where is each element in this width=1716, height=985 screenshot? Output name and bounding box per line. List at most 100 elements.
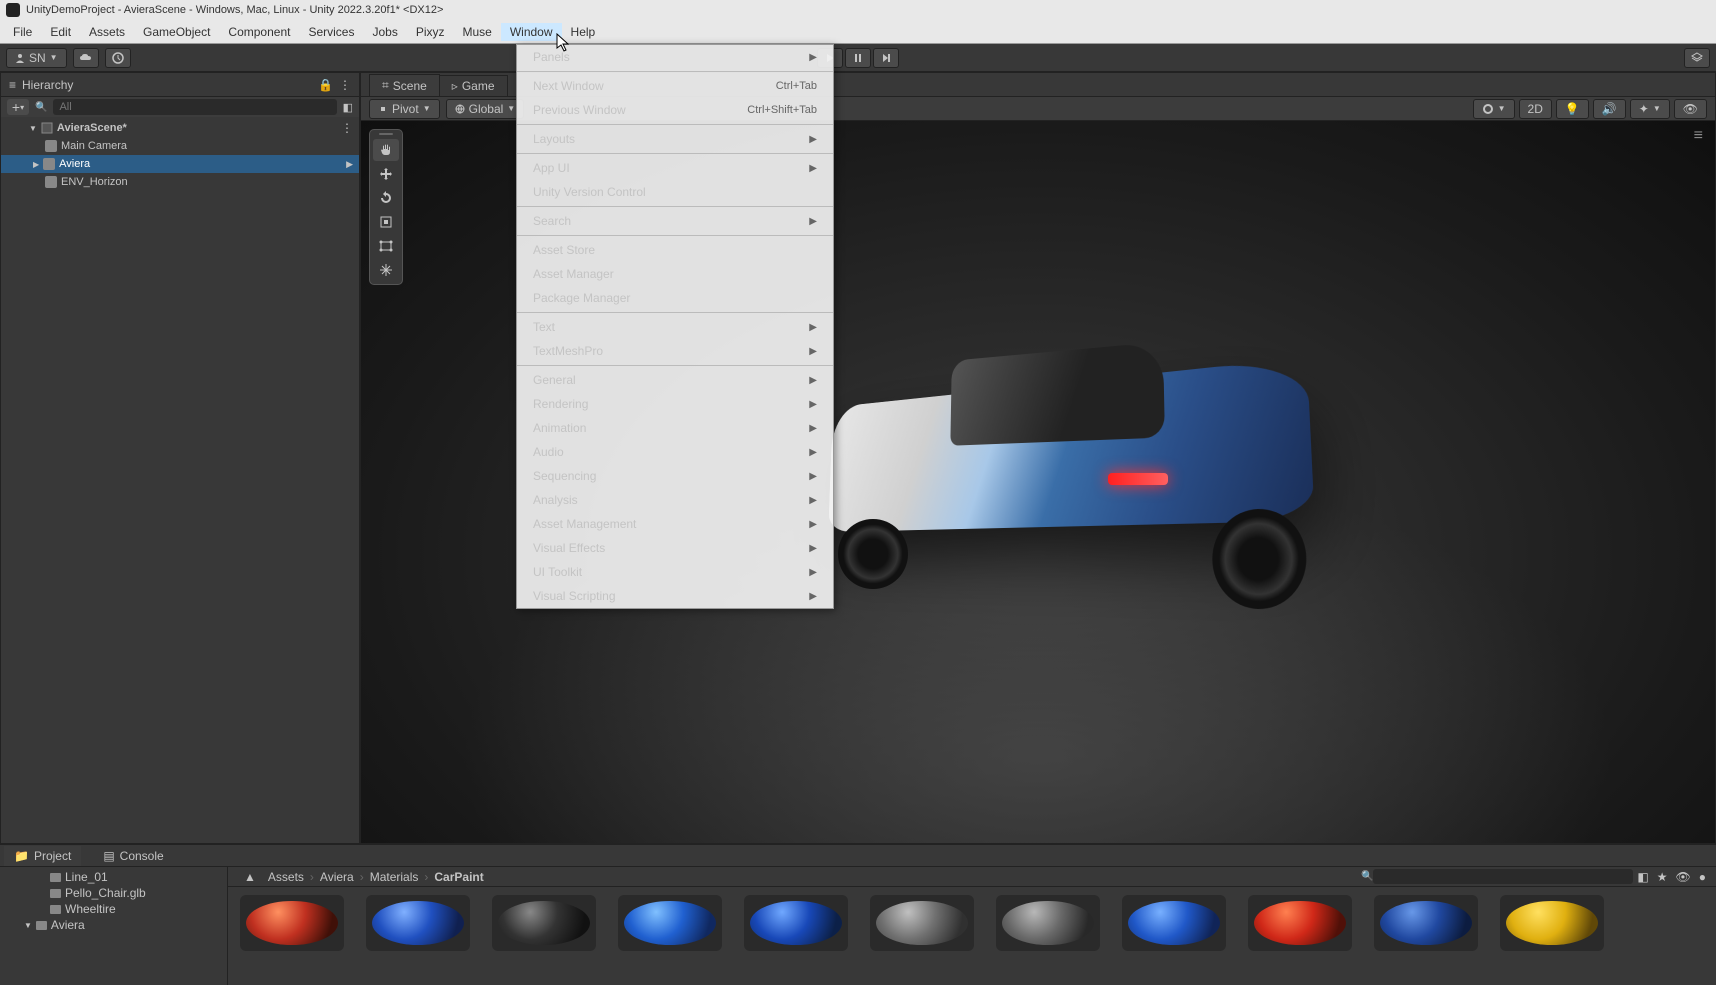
hierarchy-item-aviera[interactable]: ▶Aviera▶: [1, 155, 359, 173]
step-button[interactable]: [873, 48, 899, 68]
material-thumbnail[interactable]: [744, 895, 848, 951]
hierarchy-item-main-camera[interactable]: Main Camera: [1, 137, 359, 155]
rotate-tool[interactable]: [373, 187, 399, 209]
menu-item-previous-window[interactable]: Previous WindowCtrl+Shift+Tab: [517, 98, 833, 122]
menu-item-visual-scripting[interactable]: Visual Scripting▶: [517, 584, 833, 608]
menu-item-general[interactable]: General▶: [517, 368, 833, 392]
global-button[interactable]: Global▼: [446, 99, 525, 119]
menu-item-next-window[interactable]: Next WindowCtrl+Tab: [517, 74, 833, 98]
menu-gameobject[interactable]: GameObject: [134, 23, 219, 41]
material-thumbnail[interactable]: [492, 895, 596, 951]
menu-item-visual-effects[interactable]: Visual Effects▶: [517, 536, 833, 560]
rect-tool[interactable]: [373, 235, 399, 257]
material-thumbnail[interactable]: [240, 895, 344, 951]
draw-mode-button[interactable]: ▼: [1473, 99, 1515, 119]
folder-line_01[interactable]: Line_01: [0, 869, 227, 885]
pivot-button[interactable]: Pivot▼: [369, 99, 440, 119]
folder-icon: [50, 889, 61, 898]
menu-services[interactable]: Services: [299, 23, 363, 41]
project-panel: 📁Project ▤Console Line_01Pello_Chair.glbW…: [0, 844, 1716, 985]
menu-item-app-ui[interactable]: App UI▶: [517, 156, 833, 180]
menu-item-analysis[interactable]: Analysis▶: [517, 488, 833, 512]
add-object-button[interactable]: +▾: [7, 99, 29, 115]
account-button[interactable]: SN ▼: [6, 48, 67, 68]
folder-wheeltire[interactable]: Wheeltire: [0, 901, 227, 917]
menu-item-rendering[interactable]: Rendering▶: [517, 392, 833, 416]
menu-item-unity-version-control[interactable]: Unity Version Control: [517, 180, 833, 204]
lighting-toggle[interactable]: 💡: [1556, 99, 1589, 119]
tab-console[interactable]: ▤Console: [93, 846, 173, 866]
menu-pixyz[interactable]: Pixyz: [407, 23, 454, 41]
menu-edit[interactable]: Edit: [41, 23, 80, 41]
menu-item-asset-manager[interactable]: Asset Manager: [517, 262, 833, 286]
breadcrumb-aviera[interactable]: Aviera: [320, 870, 354, 884]
cloud-button[interactable]: [73, 48, 99, 68]
tab-game[interactable]: ▹Game: [439, 75, 508, 96]
menu-file[interactable]: File: [4, 23, 41, 41]
breadcrumb-carpaint[interactable]: CarPaint: [434, 870, 483, 884]
scene-menu-icon[interactable]: ⋮: [341, 121, 353, 135]
material-thumbnail[interactable]: [1374, 895, 1478, 951]
scale-tool[interactable]: [373, 211, 399, 233]
material-thumbnail[interactable]: [996, 895, 1100, 951]
material-thumbnail[interactable]: [618, 895, 722, 951]
hierarchy-item-env_horizon[interactable]: ENV_Horizon: [1, 173, 359, 191]
scene-root-row[interactable]: ▼ AvieraScene* ⋮: [1, 119, 359, 137]
panel-menu-icon[interactable]: ⋮: [339, 78, 351, 92]
menu-assets[interactable]: Assets: [80, 23, 134, 41]
project-search-input[interactable]: [1373, 869, 1633, 884]
material-thumbnail[interactable]: [1122, 895, 1226, 951]
folder-aviera[interactable]: ▼Aviera: [0, 917, 227, 933]
menu-item-text[interactable]: Text▶: [517, 315, 833, 339]
window-title: UnityDemoProject - AvieraScene - Windows…: [26, 4, 443, 16]
gizmos-toggle[interactable]: 👁: [1674, 99, 1707, 119]
hierarchy-search-input[interactable]: [53, 99, 336, 115]
fx-toggle[interactable]: ✦▼: [1630, 99, 1670, 119]
filter-icon[interactable]: ◧: [1637, 870, 1648, 884]
menu-window[interactable]: Window: [501, 23, 562, 41]
menu-item-asset-management[interactable]: Asset Management▶: [517, 512, 833, 536]
menu-item-ui-toolkit[interactable]: UI Toolkit▶: [517, 560, 833, 584]
menu-component[interactable]: Component: [219, 23, 299, 41]
menu-item-layouts[interactable]: Layouts▶: [517, 127, 833, 151]
menu-muse[interactable]: Muse: [454, 23, 501, 41]
viewport-menu-icon[interactable]: ≡: [1694, 127, 1703, 145]
hand-tool[interactable]: [373, 139, 399, 161]
menu-item-package-manager[interactable]: Package Manager: [517, 286, 833, 310]
folder-pello_chair-glb[interactable]: Pello_Chair.glb: [0, 885, 227, 901]
hierarchy-filter-icon[interactable]: ◧: [343, 101, 353, 114]
hidden-icon[interactable]: 👁: [1676, 870, 1691, 884]
menu-help[interactable]: Help: [562, 23, 605, 41]
hierarchy-search-row: +▾ 🔍 ◧: [1, 97, 359, 117]
slider-icon[interactable]: ●: [1699, 870, 1706, 884]
layers-button[interactable]: [1684, 48, 1710, 68]
favorite-icon[interactable]: ★: [1657, 870, 1668, 884]
lock-icon[interactable]: 🔒: [318, 78, 333, 92]
move-tool[interactable]: [373, 163, 399, 185]
material-thumbnail[interactable]: [1248, 895, 1352, 951]
up-icon[interactable]: ▲: [244, 870, 256, 884]
transform-tool[interactable]: [373, 259, 399, 281]
tab-scene[interactable]: ⌗Scene: [369, 74, 440, 96]
material-thumbnail[interactable]: [1500, 895, 1604, 951]
audio-toggle[interactable]: 🔊: [1593, 99, 1626, 119]
breadcrumb-assets[interactable]: Assets: [268, 870, 304, 884]
history-button[interactable]: [105, 48, 131, 68]
pause-button[interactable]: [845, 48, 871, 68]
title-bar: UnityDemoProject - AvieraScene - Windows…: [0, 0, 1716, 20]
menu-item-animation[interactable]: Animation▶: [517, 416, 833, 440]
circle-icon: [1482, 103, 1494, 115]
tab-project[interactable]: 📁Project: [4, 846, 81, 866]
menu-item-sequencing[interactable]: Sequencing▶: [517, 464, 833, 488]
menu-jobs[interactable]: Jobs: [363, 23, 406, 41]
material-thumbnail[interactable]: [366, 895, 470, 951]
menu-item-search[interactable]: Search▶: [517, 209, 833, 233]
breadcrumb[interactable]: ▲Assets›Aviera›Materials›CarPaint: [234, 868, 1361, 886]
menu-item-textmeshpro[interactable]: TextMeshPro▶: [517, 339, 833, 363]
menu-item-audio[interactable]: Audio▶: [517, 440, 833, 464]
material-thumbnail[interactable]: [870, 895, 974, 951]
2d-toggle-button[interactable]: 2D: [1519, 99, 1552, 119]
menu-item-panels[interactable]: Panels▶: [517, 45, 833, 69]
breadcrumb-materials[interactable]: Materials: [370, 870, 419, 884]
menu-item-asset-store[interactable]: Asset Store: [517, 238, 833, 262]
